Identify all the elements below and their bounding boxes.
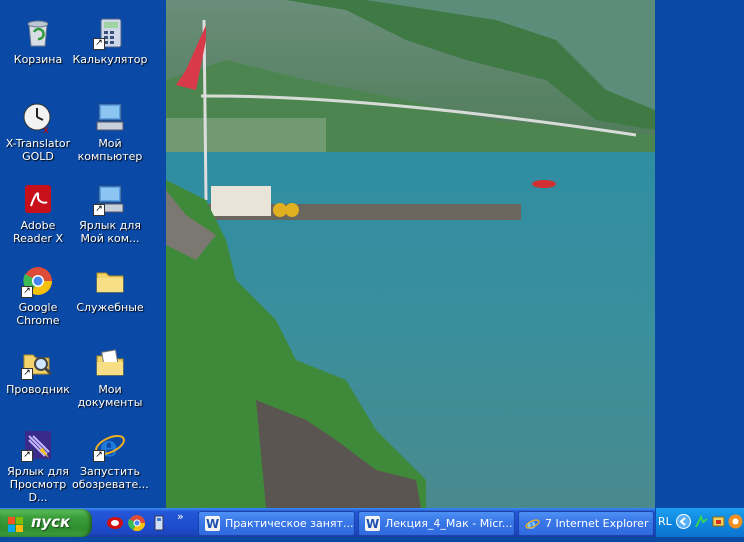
desktop-icon-calculator[interactable]: ↗ Калькулятор xyxy=(72,16,148,96)
start-button[interactable]: пуск xyxy=(0,509,92,537)
shortcut-arrow-icon: ↗ xyxy=(21,450,33,462)
desktop-icon-viewer-shortcut[interactable]: ↗ Ярлык для Просмотр D... xyxy=(0,428,76,508)
start-label: пуск xyxy=(31,513,71,531)
shortcut-arrow-icon: ↗ xyxy=(93,450,105,462)
desktop-icon-label: X-Translator GOLD xyxy=(5,137,71,163)
svg-text:e: e xyxy=(527,517,536,531)
desktop-icon-label: Запустить обозревате... xyxy=(72,465,149,491)
desktop-icon-my-computer-shortcut[interactable]: ↗ Ярлык для Мой ком... xyxy=(72,182,148,262)
svg-text:x: x xyxy=(43,125,49,134)
desktop-icon-my-documents[interactable]: Мои документы xyxy=(72,346,148,426)
viewer-shortcut-icon: ↗ xyxy=(21,428,55,462)
desktop-icon-google-chrome[interactable]: ↗ Google Chrome xyxy=(0,264,76,344)
shortcut-arrow-icon: ↗ xyxy=(93,38,105,50)
taskbar-button-label: Лекция_4_Мак - Micr... xyxy=(385,517,513,530)
adobe-reader-icon xyxy=(21,182,55,216)
tray-update-icon[interactable] xyxy=(728,514,743,529)
internet-explorer-icon: e ↗ xyxy=(93,428,127,463)
wallpaper-lake-photo xyxy=(166,0,655,508)
quicklaunch-chrome-icon[interactable] xyxy=(128,514,146,532)
taskbar-button-lecture[interactable]: W Лекция_4_Мак - Micr... xyxy=(358,511,515,536)
my-computer-icon xyxy=(93,100,127,134)
chrome-icon: ↗ xyxy=(21,264,55,298)
desktop-icon-label: Калькулятор xyxy=(72,53,148,66)
desktop-icon-label: Корзина xyxy=(13,53,63,66)
desktop-icon-my-computer[interactable]: Мой компьютер xyxy=(72,100,148,180)
tray-network-icon[interactable] xyxy=(694,514,709,529)
quicklaunch-app-icon[interactable] xyxy=(150,514,168,532)
x-translator-icon: x xyxy=(21,100,55,136)
windows-logo-icon xyxy=(8,515,24,532)
desktop: Корзина ↗ Калькулятор x X-Translator GOL… xyxy=(0,0,744,508)
recycle-bin-icon xyxy=(21,16,55,50)
quicklaunch-translator-icon[interactable] xyxy=(106,514,124,532)
tray-security-icon[interactable] xyxy=(711,514,726,529)
taskbar-button-practical[interactable]: W Практическое занят... xyxy=(198,511,355,536)
explorer-icon: ↗ xyxy=(21,346,55,380)
taskbar: пуск » W Практическое занят... W Лекция_… xyxy=(0,508,744,537)
word-icon: W xyxy=(365,516,380,531)
quicklaunch-overflow-chevron[interactable]: » xyxy=(177,510,184,523)
shortcut-arrow-icon: ↗ xyxy=(21,368,33,380)
my-documents-icon xyxy=(93,346,127,380)
desktop-icon-explorer[interactable]: ↗ Проводник xyxy=(0,346,76,426)
desktop-icon-label: Ярлык для Мой ком... xyxy=(79,219,141,245)
folder-icon xyxy=(93,264,127,298)
desktop-icon-label: Google Chrome xyxy=(16,301,60,327)
desktop-icon-recycle-bin[interactable]: Корзина xyxy=(0,16,76,96)
shortcut-arrow-icon: ↗ xyxy=(93,204,105,216)
svg-text:W: W xyxy=(366,517,379,531)
desktop-icon-label: Мои документы xyxy=(77,383,143,409)
calculator-icon: ↗ xyxy=(93,16,127,50)
shortcut-arrow-icon: ↗ xyxy=(21,286,33,298)
taskbar-button-label: Практическое занят... xyxy=(225,517,354,530)
desktop-icon-label: Проводник xyxy=(6,383,70,396)
taskbar-button-label: 7 Internet Explorer xyxy=(545,517,649,530)
system-tray: RL xyxy=(655,508,744,537)
desktop-icon-utilities-folder[interactable]: Служебные xyxy=(72,264,148,344)
desktop-icon-x-translator[interactable]: x X-Translator GOLD xyxy=(0,100,76,180)
desktop-icon-internet-explorer[interactable]: e ↗ Запустить обозревате... xyxy=(72,428,149,508)
desktop-icon-label: Мой компьютер xyxy=(77,137,143,163)
my-computer-shortcut-icon: ↗ xyxy=(93,182,127,216)
desktop-icon-adobe-reader[interactable]: Adobe Reader X xyxy=(0,182,76,262)
taskbar-button-internet-explorer[interactable]: e 7 Internet Explorer xyxy=(518,511,654,536)
word-icon: W xyxy=(205,516,220,531)
desktop-icon-label: Служебные xyxy=(76,301,144,314)
desktop-icon-label: Adobe Reader X xyxy=(13,219,63,245)
internet-explorer-icon: e xyxy=(525,516,540,533)
svg-text:W: W xyxy=(206,517,219,531)
language-indicator[interactable]: RL xyxy=(658,515,672,528)
tray-back-arrow-icon[interactable] xyxy=(676,514,691,529)
desktop-icon-label: Ярлык для Просмотр D... xyxy=(7,465,69,504)
